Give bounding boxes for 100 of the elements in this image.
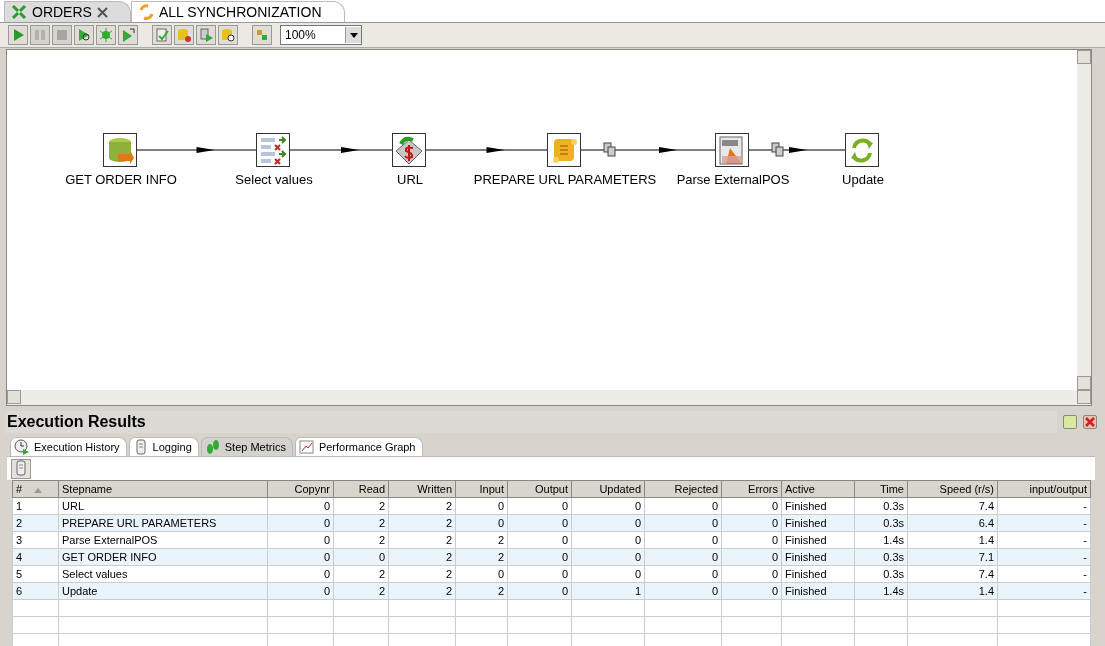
- table-cell: 0: [571, 565, 645, 583]
- step-label: Select values: [235, 172, 313, 187]
- impact-button[interactable]: [174, 25, 194, 45]
- table-cell: Parse ExternalPOS: [58, 531, 268, 549]
- preview-button[interactable]: [74, 25, 94, 45]
- results-tab[interactable]: Execution History: [10, 437, 127, 456]
- table-cell: 0: [721, 531, 782, 549]
- table-cell: 0: [267, 531, 334, 549]
- hop-arrow[interactable]: [580, 147, 716, 153]
- column-header[interactable]: #: [12, 480, 59, 498]
- replay-icon: [120, 27, 136, 43]
- sleep-button[interactable]: [11, 459, 31, 479]
- vertical-scrollbar[interactable]: [1077, 50, 1091, 390]
- caret-icon: [349, 32, 358, 38]
- column-header[interactable]: Input: [455, 480, 508, 498]
- panel-title: Execution Results: [5, 411, 1057, 433]
- verify-button[interactable]: [152, 25, 172, 45]
- table-cell: 0.3s: [854, 565, 908, 583]
- results-tab[interactable]: Logging: [128, 437, 199, 456]
- column-header[interactable]: Errors: [721, 480, 782, 498]
- close-icon[interactable]: [96, 6, 108, 18]
- close-button[interactable]: [1083, 415, 1097, 429]
- explore-button[interactable]: [218, 25, 238, 45]
- table-cell: 0: [644, 531, 722, 549]
- table-cell: URL: [58, 497, 268, 515]
- table-cell: 2: [333, 531, 389, 549]
- explore-icon: [220, 27, 236, 43]
- table-cell: Finished: [781, 497, 855, 515]
- table-cell: 0: [571, 497, 645, 515]
- table-cell: 1: [12, 497, 59, 515]
- pause-icon: [32, 27, 48, 43]
- column-header[interactable]: Read: [333, 480, 389, 498]
- editor-tab[interactable]: ORDERS: [4, 1, 131, 22]
- table-cell: 2: [333, 497, 389, 515]
- verify-icon: [154, 27, 170, 43]
- results-tab[interactable]: Step Metrics: [200, 437, 293, 456]
- hop-arrow[interactable]: [289, 147, 393, 153]
- table-input-step-icon[interactable]: [103, 133, 137, 167]
- table-cell: 0: [455, 565, 508, 583]
- step-label: URL: [397, 172, 423, 187]
- column-header[interactable]: Rejected: [644, 480, 722, 498]
- table-cell: 0: [721, 565, 782, 583]
- select-step-icon[interactable]: [256, 133, 290, 167]
- table-cell: 0: [267, 565, 334, 583]
- table-cell: 0: [571, 531, 645, 549]
- table-cell: 0: [644, 497, 722, 515]
- horizontal-scrollbar[interactable]: [7, 390, 1091, 405]
- table-cell: 0: [507, 531, 572, 549]
- replay-button[interactable]: [118, 25, 138, 45]
- table-cell: 2: [333, 565, 389, 583]
- impact-icon: [176, 27, 192, 43]
- grid-icon: [254, 27, 270, 43]
- table-cell: 0: [721, 497, 782, 515]
- xml-step-icon[interactable]: [715, 133, 749, 167]
- table-cell: -: [997, 531, 1091, 549]
- column-header[interactable]: Speed (r/s): [907, 480, 998, 498]
- hop-arrow[interactable]: [425, 147, 548, 153]
- history-icon: [14, 439, 30, 455]
- table-cell: 0: [455, 497, 508, 515]
- run-button[interactable]: [8, 25, 28, 45]
- maximize-button[interactable]: [1063, 415, 1077, 429]
- hop-arrow[interactable]: [748, 147, 846, 153]
- table-cell: 3: [12, 531, 59, 549]
- graph-icon: [298, 439, 315, 455]
- table-cell: 7.4: [907, 497, 998, 515]
- column-header[interactable]: Updated: [571, 480, 645, 498]
- table-cell: 1.4: [907, 531, 998, 549]
- step-label: GET ORDER INFO: [65, 172, 177, 187]
- results-tab[interactable]: Performance Graph: [294, 437, 423, 456]
- http-step-icon[interactable]: [392, 133, 426, 167]
- table-cell: 0: [507, 565, 572, 583]
- column-header[interactable]: Output: [507, 480, 572, 498]
- copy-icon: [771, 142, 784, 157]
- scroll-icon: [13, 460, 29, 476]
- column-header[interactable]: input/output: [997, 480, 1091, 498]
- editor-tab[interactable]: ALL SYNCHRONIZATION: [130, 1, 345, 22]
- table-cell: 2: [388, 531, 456, 549]
- column-header[interactable]: Stepname: [58, 480, 268, 498]
- column-header[interactable]: Active: [781, 480, 855, 498]
- table-cell: -: [997, 565, 1091, 583]
- column-header[interactable]: Time: [854, 480, 908, 498]
- table-cell: 0: [267, 497, 334, 515]
- update-step-icon[interactable]: [845, 133, 879, 167]
- script-step-icon[interactable]: [547, 133, 581, 167]
- metrics-icon: [204, 439, 221, 455]
- column-header[interactable]: Written: [388, 480, 456, 498]
- table-cell: 0: [507, 497, 572, 515]
- table-cell: 2: [455, 531, 508, 549]
- step-label: Update: [842, 172, 884, 187]
- column-header[interactable]: Copynr: [267, 480, 334, 498]
- table-cell: 7.4: [907, 565, 998, 583]
- transformation-icon: [11, 4, 27, 20]
- preview-icon: [76, 27, 92, 43]
- sql-icon: [198, 27, 214, 43]
- hop-arrow[interactable]: [136, 147, 257, 153]
- table-cell: Finished: [781, 565, 855, 583]
- step-label: Parse ExternalPOS: [676, 172, 790, 187]
- table-cell: 2: [388, 497, 456, 515]
- table-cell: 0.3s: [854, 497, 908, 515]
- zoom-dropdown[interactable]: 100%: [280, 25, 362, 45]
